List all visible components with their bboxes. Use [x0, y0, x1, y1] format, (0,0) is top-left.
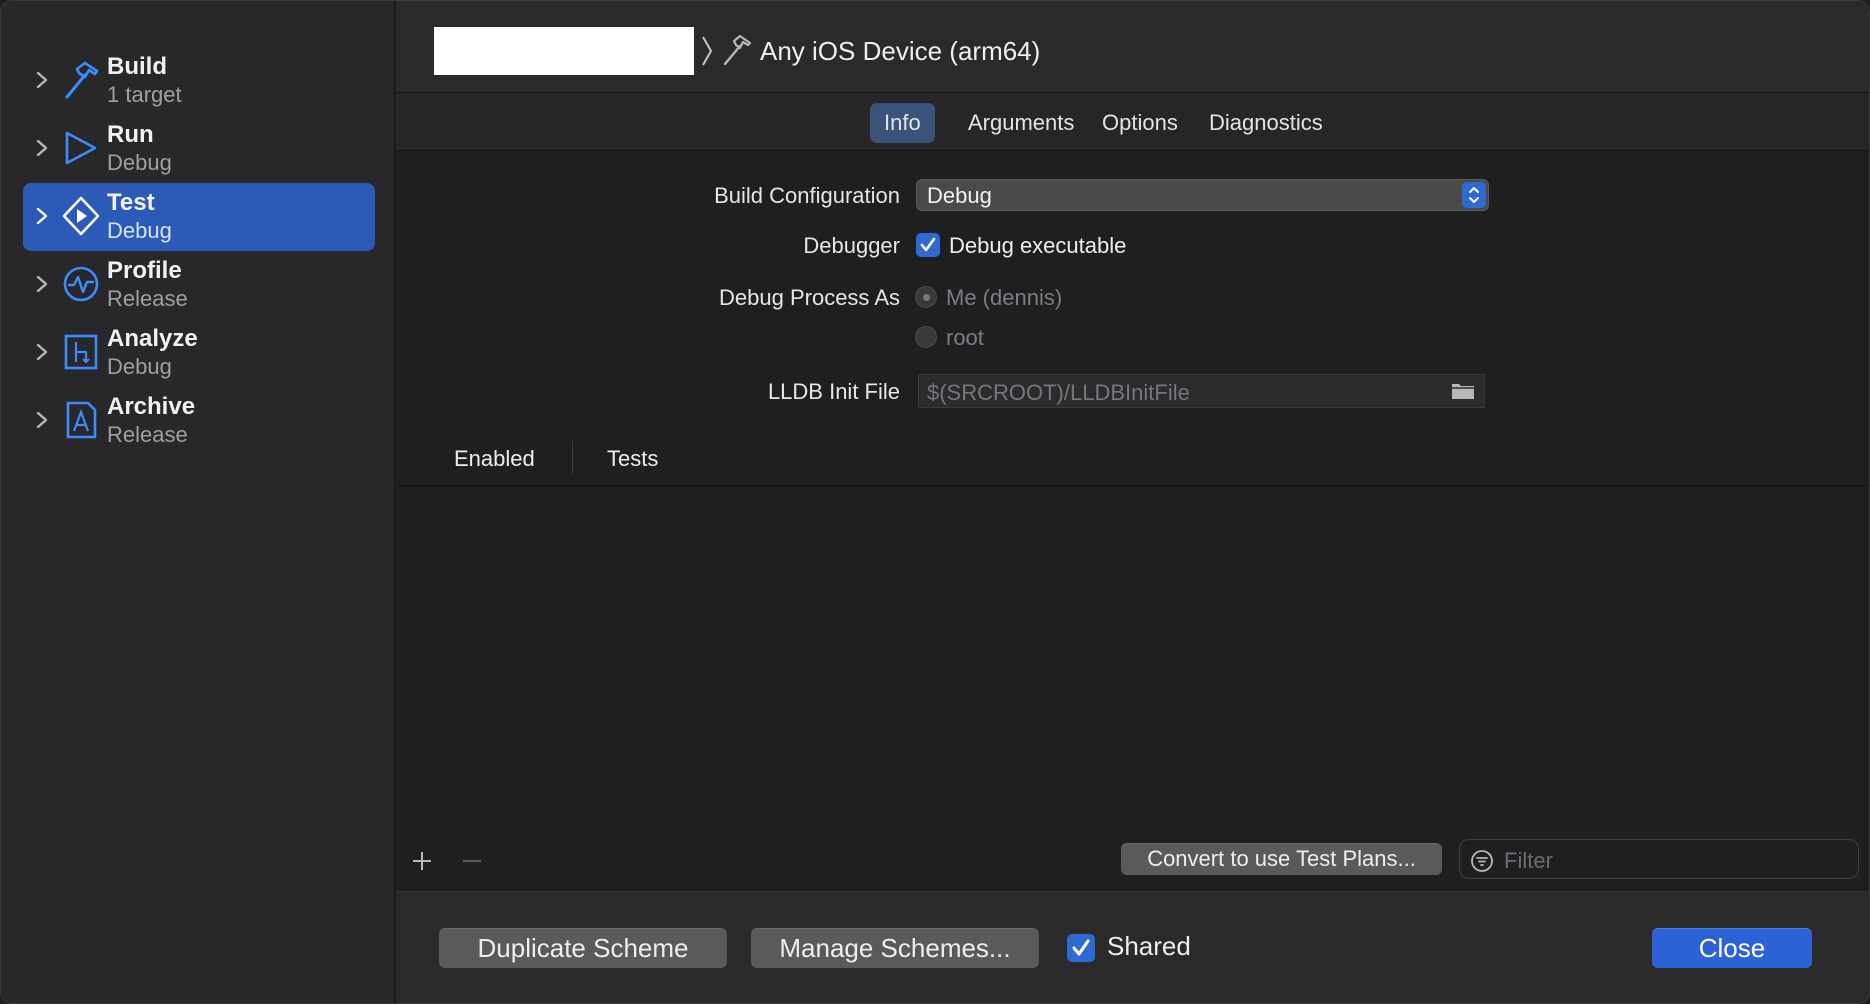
sidebar-item-analyze[interactable]: Analyze Debug: [23, 319, 375, 387]
sidebar-item-test[interactable]: Test Debug: [23, 183, 375, 251]
sidebar-item-subtitle: Debug: [107, 354, 172, 379]
run-destination[interactable]: Any iOS Device (arm64): [760, 36, 1040, 67]
radio-me-label: Me (dennis): [946, 285, 1063, 310]
convert-to-test-plans-button[interactable]: Convert to use Test Plans...: [1121, 843, 1442, 875]
sidebar-item-build[interactable]: Build 1 target: [23, 47, 375, 115]
analyze-icon: [64, 334, 98, 370]
play-icon: [65, 131, 97, 165]
build-configuration-value: Debug: [927, 183, 992, 208]
manage-schemes-button[interactable]: Manage Schemes...: [751, 928, 1039, 968]
footer-bar: Duplicate Scheme Manage Schemes... Share…: [396, 889, 1869, 1003]
debug-executable-label: Debug executable: [949, 233, 1127, 258]
waveform-icon: [63, 266, 99, 302]
sidebar-item-subtitle: Debug: [107, 150, 172, 175]
scheme-actions-sidebar: Build 1 target Run Debug Test Debug Prof…: [1, 1, 395, 1003]
tab-diagnostics[interactable]: Diagnostics: [1195, 103, 1337, 143]
sidebar-item-title: Run: [107, 121, 154, 148]
hammer-icon: [65, 61, 99, 99]
radio-me[interactable]: [915, 286, 937, 308]
sidebar-item-title: Archive: [107, 393, 196, 420]
minus-icon[interactable]: [460, 849, 484, 873]
folder-icon[interactable]: [1450, 380, 1476, 402]
tab-info[interactable]: Info: [870, 103, 935, 143]
radio-root-label: root: [946, 325, 984, 350]
tab-options[interactable]: Options: [1088, 103, 1192, 143]
chevron-right-icon[interactable]: [33, 69, 51, 91]
sidebar-item-subtitle: Release: [107, 422, 188, 447]
sidebar-item-subtitle: Debug: [107, 218, 172, 243]
sidebar-item-title: Analyze: [107, 325, 198, 352]
sidebar-item-archive[interactable]: Archive Release: [23, 387, 375, 455]
sidebar-item-subtitle: Release: [107, 286, 188, 311]
hammer-icon: [723, 34, 752, 66]
radio-root[interactable]: [915, 326, 937, 348]
sidebar-item-title: Test: [107, 189, 155, 216]
sidebar-item-run[interactable]: Run Debug: [23, 115, 375, 183]
column-header-tests[interactable]: Tests: [607, 446, 658, 472]
scheme-detail-panel: Any iOS Device (arm64) Info Arguments Op…: [396, 1, 1869, 1003]
filter-input[interactable]: Filter: [1459, 839, 1859, 879]
lldb-init-file-label: LLDB Init File: [767, 379, 900, 404]
column-header-enabled[interactable]: Enabled: [454, 446, 535, 472]
tab-bar: Info Arguments Options Diagnostics: [396, 93, 1869, 151]
chevron-right-icon[interactable]: [33, 137, 51, 159]
sidebar-item-subtitle: 1 target: [107, 82, 182, 107]
debugger-label: Debugger: [803, 233, 900, 258]
scheme-editor-window: Build 1 target Run Debug Test Debug Prof…: [0, 0, 1870, 1004]
test-diamond-icon: [62, 196, 100, 236]
debug-executable-checkbox[interactable]: [916, 233, 940, 257]
lldb-init-file-value: $(SRCROOT)/LLDBInitFile: [927, 380, 1190, 405]
sidebar-item-title: Profile: [107, 257, 182, 284]
chevron-right-icon[interactable]: [33, 409, 51, 431]
sidebar-item-profile[interactable]: Profile Release: [23, 251, 375, 319]
shared-label: Shared: [1107, 931, 1191, 961]
duplicate-scheme-button[interactable]: Duplicate Scheme: [439, 928, 727, 968]
filter-placeholder: Filter: [1504, 848, 1553, 873]
tab-arguments[interactable]: Arguments: [954, 103, 1088, 143]
chevron-right-icon[interactable]: [33, 273, 51, 295]
build-configuration-popup[interactable]: Debug: [916, 179, 1489, 211]
popup-stepper-icon: [1462, 182, 1486, 208]
sidebar-item-title: Build: [107, 53, 167, 80]
column-divider: [572, 441, 573, 475]
chevron-right-icon[interactable]: [33, 205, 51, 227]
plus-icon[interactable]: [410, 849, 434, 873]
archive-icon: [66, 401, 97, 439]
breadcrumb-separator-icon: [702, 36, 713, 66]
filter-icon: [1471, 850, 1493, 872]
debug-process-as-label: Debug Process As: [719, 285, 900, 310]
shared-checkbox[interactable]: [1067, 934, 1095, 962]
close-button[interactable]: Close: [1652, 928, 1812, 968]
lldb-init-file-field[interactable]: $(SRCROOT)/LLDBInitFile: [918, 374, 1485, 408]
table-header-divider: [396, 485, 1869, 486]
chevron-right-icon[interactable]: [33, 341, 51, 363]
destination-bar: Any iOS Device (arm64): [396, 1, 1869, 93]
build-configuration-label: Build Configuration: [714, 183, 900, 208]
scheme-name-redacted[interactable]: [434, 27, 694, 75]
